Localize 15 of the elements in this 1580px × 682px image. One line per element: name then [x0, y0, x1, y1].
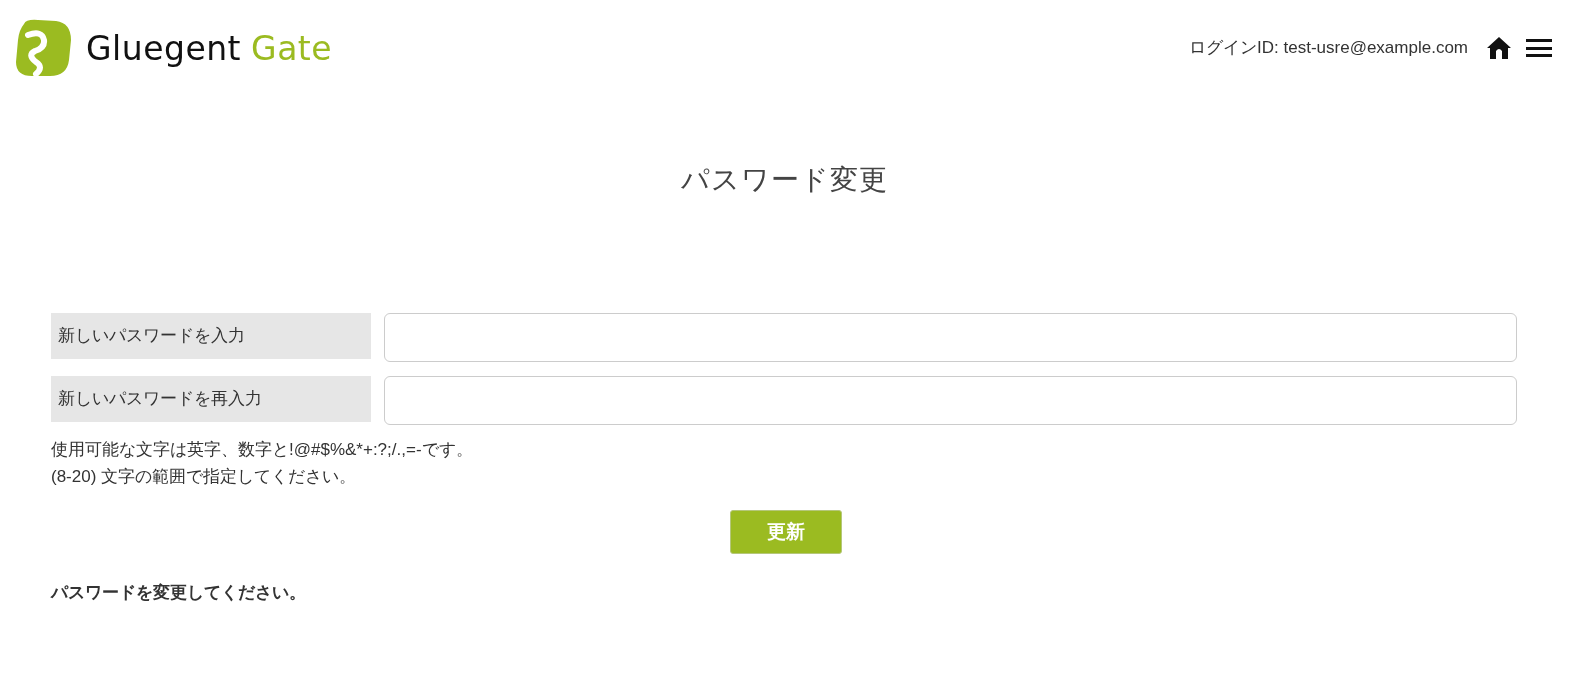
password-field[interactable]: [384, 313, 1517, 362]
field-label: 新しいパスワードを入力: [51, 313, 371, 359]
menu-icon[interactable]: [1526, 39, 1552, 57]
update-button[interactable]: 更新: [730, 510, 842, 554]
home-icon[interactable]: [1486, 36, 1512, 60]
status-message: パスワードを変更してください。: [51, 582, 307, 604]
logo-text: Gluegent: [86, 31, 242, 65]
page-title: パスワード変更: [679, 163, 889, 197]
hint-text: 使用可能な文字は英字、数字と!@#$%&*+:?;/.,=-です。: [51, 439, 474, 461]
hint-text: (8-20) 文字の範囲で指定してください。: [51, 466, 358, 488]
logo-icon: [14, 18, 72, 78]
field-label: 新しいパスワードを再入力: [51, 376, 371, 422]
password-field[interactable]: [384, 376, 1517, 425]
logo-text: Gate: [251, 31, 333, 65]
login-id-label: ログインID: test-usre@example.com: [1189, 37, 1468, 60]
